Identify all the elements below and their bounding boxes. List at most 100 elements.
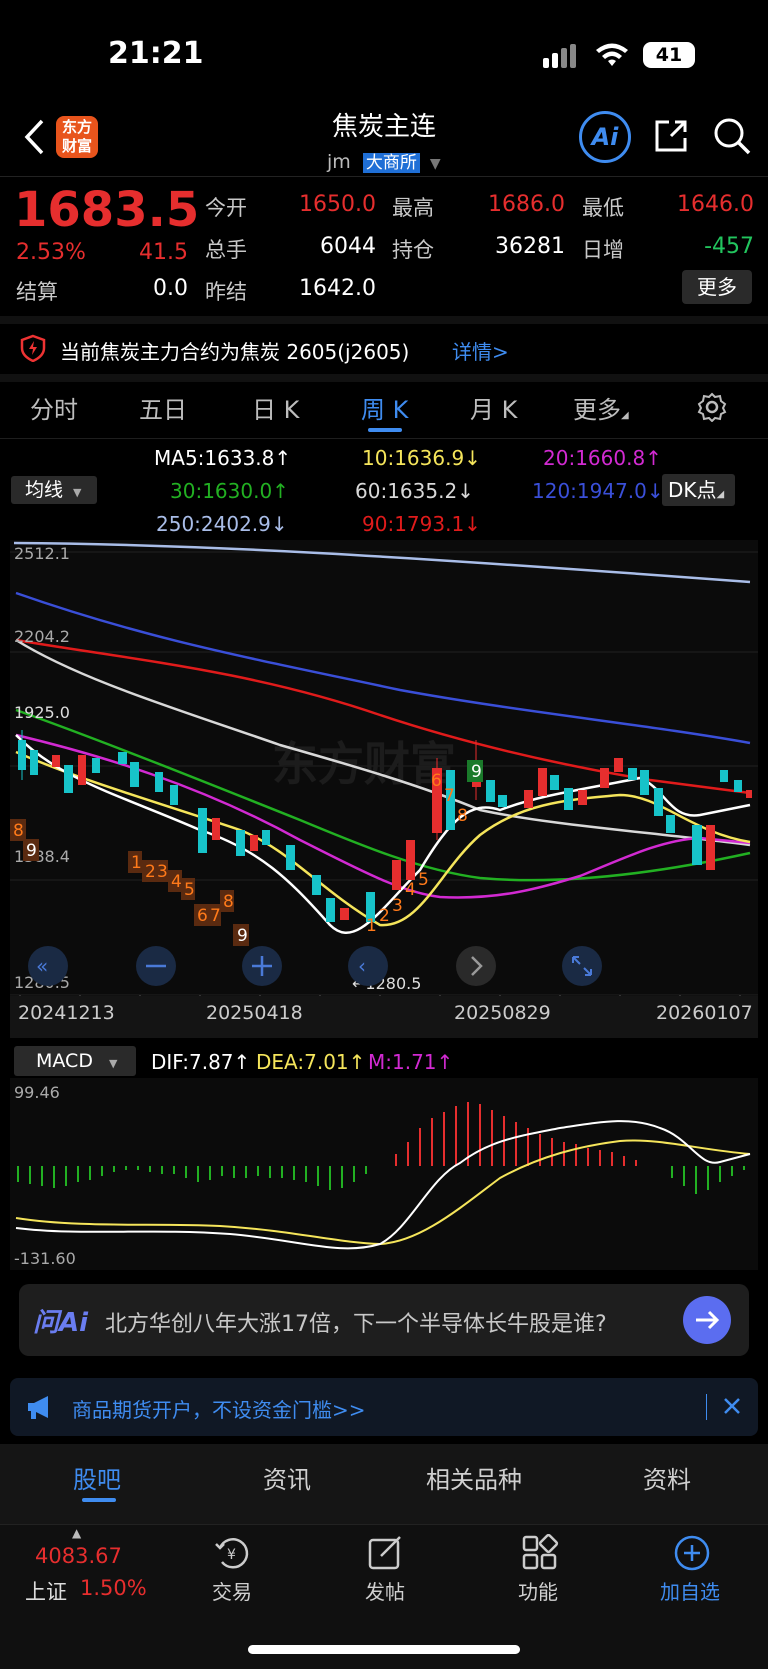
ask-ai-bar[interactable]: 问Ai 北方华创八年大涨17倍，下一个半导体长牛股是谁? (19, 1284, 749, 1356)
notice-bar[interactable]: 当前焦炭主力合约为焦炭 2605(j2605) 详情> (0, 324, 768, 372)
ma20-value: 20:1660.8↑ (543, 446, 662, 470)
macd-y-bottom: -131.60 (14, 1249, 76, 1268)
tab-related[interactable]: 相关品种 (426, 1460, 522, 1495)
macd-chart[interactable]: 99.46 -131.60 (0, 1078, 768, 1270)
y-label-3: 1925.0 (14, 703, 70, 722)
dk-button[interactable]: DK点◢ (662, 474, 735, 506)
notice-link[interactable]: 详情> (452, 336, 509, 365)
tab-info[interactable]: 资料 (643, 1460, 691, 1495)
trade-icon[interactable]: ¥ (214, 1534, 252, 1572)
td-label: 2 (379, 906, 390, 926)
x-axis-bar (10, 996, 758, 1038)
chevron-down-icon: ▼ (73, 486, 82, 499)
post-icon[interactable] (367, 1534, 405, 1572)
kline-chart[interactable]: 东方财富 2512.1 2204.2 1925.0 1588.4 ←1280.5… (0, 540, 768, 1040)
ma90-value: 90:1793.1↓ (362, 512, 481, 536)
ask-ai-prompt: 北方华创八年大涨17倍，下一个半导体长牛股是谁? (105, 1312, 607, 1337)
td-label: 1 (131, 853, 142, 873)
svg-text:¥: ¥ (227, 1547, 236, 1563)
exchange-badge: 大商所 (362, 153, 420, 173)
x-label-3: 20250829 (454, 1002, 551, 1024)
battery-icon: 41 (643, 42, 695, 68)
svg-text:‹: ‹ (358, 954, 366, 978)
ad-text: 商品期货开户，不设资金门槛>> (72, 1398, 366, 1422)
td-label: 1 (366, 916, 377, 936)
ma60-value: 60:1635.2↓ (355, 479, 474, 503)
search-icon[interactable] (712, 116, 752, 160)
td-label: 3 (157, 862, 168, 882)
y-label-2: 2204.2 (14, 627, 70, 646)
caret-up-icon: ▲ (72, 1526, 82, 1540)
td-label: 7 (210, 906, 221, 926)
arrow-right-icon (696, 1310, 720, 1330)
macd-selector[interactable]: MACD ▼ (14, 1046, 136, 1076)
daily-inc-value: -457 (704, 234, 754, 259)
index-name[interactable]: 上证 (25, 1576, 67, 1606)
td-label: 6 (197, 906, 208, 926)
tab-weekly-k[interactable]: 周 K (361, 390, 408, 425)
macd-m: M:1.71↑ (368, 1050, 454, 1074)
tab-five-day[interactable]: 五日 (139, 390, 187, 425)
x-label-4: 20260107 (656, 1002, 753, 1024)
home-indicator (248, 1645, 520, 1654)
gear-icon[interactable] (697, 392, 727, 426)
ma10-value: 10:1636.9↓ (362, 446, 481, 470)
tab-more[interactable]: 更多◢ (573, 390, 629, 425)
ask-ai-logo: 问Ai (33, 1308, 89, 1338)
td-label: 8 (13, 821, 24, 841)
ad-divider (706, 1394, 707, 1420)
add-watchlist-label[interactable]: 加自选 (660, 1576, 720, 1605)
td-label: 8 (457, 806, 468, 826)
battery-level: 41 (655, 44, 683, 66)
low-value: 1646.0 (677, 192, 754, 217)
macd-dif: DIF:7.87↑ (151, 1050, 251, 1074)
y-label-top: 2512.1 (14, 544, 70, 563)
td-label: 8 (223, 892, 234, 912)
status-time: 21:21 (108, 36, 204, 71)
svg-text:«: « (36, 954, 48, 978)
td-label: 3 (392, 896, 403, 916)
td-label: 6 (431, 771, 442, 791)
td-label: 9 (471, 762, 482, 782)
tab-news[interactable]: 资讯 (263, 1460, 311, 1495)
share-icon[interactable] (651, 116, 691, 160)
notice-text: 当前焦炭主力合约为焦炭 2605(j2605) (60, 340, 410, 364)
post-label[interactable]: 发帖 (365, 1576, 405, 1605)
add-circle-icon[interactable] (673, 1534, 711, 1572)
ma-selector[interactable]: 均线 ▼ (11, 476, 97, 504)
trade-label[interactable]: 交易 (212, 1576, 252, 1605)
ma30-value: 30:1630.0↑ (170, 479, 289, 503)
td-label: 7 (444, 786, 455, 806)
index-percent[interactable]: 1.50% (80, 1576, 147, 1600)
td-label: 4 (171, 872, 182, 892)
x-label-1: 20241213 (18, 1002, 115, 1024)
tab-guba[interactable]: 股吧 (73, 1460, 121, 1495)
tab-daily-k[interactable]: 日 K (252, 390, 299, 425)
td-label: 9 (26, 841, 37, 861)
td-label: 5 (418, 870, 429, 890)
td-label: 9 (237, 926, 248, 946)
chevron-down-icon[interactable]: ▼ (430, 156, 441, 172)
tab-monthly-k[interactable]: 月 K (470, 390, 517, 425)
more-button[interactable]: 更多 (682, 270, 752, 304)
ad-banner[interactable]: 商品期货开户，不设资金门槛>> (10, 1378, 758, 1436)
ma250-value: 250:2402.9↓ (156, 512, 288, 536)
send-button[interactable] (683, 1296, 731, 1344)
macd-y-top: 99.46 (14, 1083, 60, 1102)
fullscreen-button (562, 946, 602, 986)
active-tab-indicator (368, 428, 402, 432)
ai-button[interactable]: Ai (579, 111, 631, 163)
scroll-right-button (456, 946, 496, 986)
ma120-value: 120:1947.0↓ (532, 479, 664, 503)
chevron-down-icon: ▼ (108, 1057, 118, 1070)
close-icon[interactable] (722, 1396, 742, 1420)
index-value[interactable]: 4083.67 (35, 1544, 122, 1568)
x-label-2: 20250418 (206, 1002, 303, 1024)
tab-intraday[interactable]: 分时 (30, 390, 78, 425)
signal-icon (543, 44, 583, 72)
macd-dea: DEA:7.01↑ (256, 1050, 366, 1074)
function-label[interactable]: 功能 (518, 1576, 558, 1605)
function-icon[interactable] (521, 1534, 559, 1572)
td-label: 5 (184, 880, 195, 900)
scroll-left-button (348, 946, 388, 986)
